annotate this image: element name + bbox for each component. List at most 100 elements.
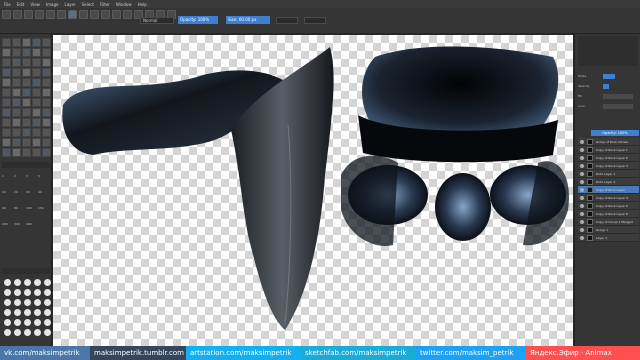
brush-dot[interactable]: [34, 309, 41, 316]
brush-preset[interactable]: [12, 138, 21, 147]
menu-edit[interactable]: Edit: [17, 2, 25, 7]
eraser-tool-button[interactable]: [79, 10, 88, 19]
fill-field[interactable]: [603, 94, 633, 99]
visibility-eye-icon[interactable]: [580, 203, 584, 208]
brush-size-label[interactable]: 100: [26, 206, 34, 210]
brush-preset[interactable]: [42, 108, 51, 117]
brush-dot[interactable]: [34, 319, 41, 326]
brush-preset[interactable]: [42, 48, 51, 57]
layer-row[interactable]: Group of Rock stones: [578, 138, 639, 146]
layer-row[interactable]: Rock Layer 2: [578, 178, 639, 186]
brush-preset[interactable]: [32, 128, 41, 137]
brush-preset[interactable]: [32, 138, 41, 147]
brush-dot[interactable]: [24, 289, 31, 296]
brush-preset[interactable]: [22, 108, 31, 117]
brush-dot[interactable]: [14, 279, 21, 286]
visibility-eye-icon[interactable]: [580, 235, 584, 240]
brush-preset[interactable]: [32, 118, 41, 127]
menu-filter[interactable]: Filter: [100, 2, 110, 7]
brush-dot[interactable]: [44, 299, 51, 306]
layer-row[interactable]: Group 1: [578, 226, 639, 234]
brush-dot[interactable]: [14, 299, 21, 306]
layer-row[interactable]: Layer 1: [578, 234, 639, 242]
brush-dot[interactable]: [24, 329, 31, 336]
brush-preset[interactable]: [22, 118, 31, 127]
brush-preset[interactable]: [32, 58, 41, 67]
brush-preset[interactable]: [2, 48, 11, 57]
drawing-canvas[interactable]: [53, 35, 573, 346]
redo-button[interactable]: [46, 10, 55, 19]
brush-preset[interactable]: [42, 98, 51, 107]
brush-preset[interactable]: [42, 128, 51, 137]
visibility-eye-icon[interactable]: [580, 155, 584, 160]
brush-dot[interactable]: [4, 309, 11, 316]
brush-dot[interactable]: [34, 299, 41, 306]
brush-preset[interactable]: [2, 68, 11, 77]
brush-dot[interactable]: [14, 329, 21, 336]
new-doc-button[interactable]: [2, 10, 11, 19]
visibility-eye-icon[interactable]: [580, 171, 584, 176]
brush-preset[interactable]: [2, 108, 11, 117]
brush-preset[interactable]: [2, 148, 11, 157]
navigator-preview[interactable]: [578, 36, 638, 66]
layer-row[interactable]: Copy of Rock Layer 2: [578, 154, 639, 162]
brush-dot[interactable]: [24, 279, 31, 286]
visibility-eye-icon[interactable]: [580, 179, 584, 184]
brush-preset[interactable]: [22, 148, 31, 157]
brush-size-label[interactable]: 1: [2, 174, 10, 178]
opacity-slider[interactable]: [603, 84, 609, 89]
layer-row[interactable]: Copy of Group 1 Merged: [578, 218, 639, 226]
brush-size-label[interactable]: 150: [38, 206, 46, 210]
link-tumblr[interactable]: maksimpetrik.tumblr.com: [90, 346, 186, 360]
brush-preset[interactable]: [2, 78, 11, 87]
layer-row-selected[interactable]: Copy of Rock Layer: [578, 186, 639, 194]
brush-size-label[interactable]: 2: [14, 174, 22, 178]
brush-size-label[interactable]: 30: [26, 190, 34, 194]
layer-opacity-tab[interactable]: Opacity: 100%: [591, 130, 639, 136]
layer-row[interactable]: Copy of Rock Layer 3: [578, 162, 639, 170]
brush-preset[interactable]: [2, 88, 11, 97]
brush-size-label[interactable]: 400: [26, 222, 34, 226]
brush-preset[interactable]: [42, 78, 51, 87]
brush-preset[interactable]: [42, 38, 51, 47]
brush-preset[interactable]: [12, 128, 21, 137]
brush-preset[interactable]: [22, 98, 31, 107]
opacity-field[interactable]: Opacity: 100%: [178, 16, 218, 24]
brush-preset[interactable]: [12, 68, 21, 77]
layer-row[interactable]: Copy of Rock Layer 1: [578, 146, 639, 154]
brush-preset[interactable]: [12, 118, 21, 127]
brush-dot[interactable]: [44, 319, 51, 326]
brush-size-label[interactable]: 20: [14, 190, 22, 194]
brush-preset[interactable]: [32, 38, 41, 47]
visibility-eye-icon[interactable]: [580, 163, 584, 168]
brush-tool-button[interactable]: [68, 10, 77, 19]
brush-preset[interactable]: [22, 58, 31, 67]
link-sketchfab[interactable]: sketchfab.com/maksimpetrik: [301, 346, 416, 360]
brush-dot[interactable]: [4, 299, 11, 306]
brush-preset[interactable]: [32, 48, 41, 57]
brush-size-label[interactable]: 60: [2, 206, 10, 210]
menu-layer[interactable]: Layer: [64, 2, 75, 7]
brush-preset[interactable]: [42, 68, 51, 77]
brush-size-label[interactable]: 200: [2, 222, 10, 226]
menu-help[interactable]: Help: [138, 2, 147, 7]
brush-preset[interactable]: [22, 78, 31, 87]
menu-view[interactable]: View: [30, 2, 40, 7]
brush-preset[interactable]: [22, 128, 31, 137]
brush-preset[interactable]: [12, 108, 21, 117]
transform-tool-button[interactable]: [123, 10, 132, 19]
brush-preset[interactable]: [32, 148, 41, 157]
link-artstation[interactable]: artstation.com/maksimpetrik: [186, 346, 301, 360]
visibility-eye-icon[interactable]: [580, 227, 584, 232]
visibility-eye-icon[interactable]: [580, 147, 584, 152]
brush-dot[interactable]: [44, 279, 51, 286]
brush-preset[interactable]: [22, 38, 31, 47]
brush-dot[interactable]: [24, 309, 31, 316]
fill-tool-button[interactable]: [90, 10, 99, 19]
brush-size-label[interactable]: 80: [14, 206, 22, 210]
visibility-eye-icon[interactable]: [580, 195, 584, 200]
brush-dot[interactable]: [44, 289, 51, 296]
brush-preset[interactable]: [32, 88, 41, 97]
size-field[interactable]: Size: 60.00 px: [226, 16, 270, 24]
open-button[interactable]: [13, 10, 22, 19]
